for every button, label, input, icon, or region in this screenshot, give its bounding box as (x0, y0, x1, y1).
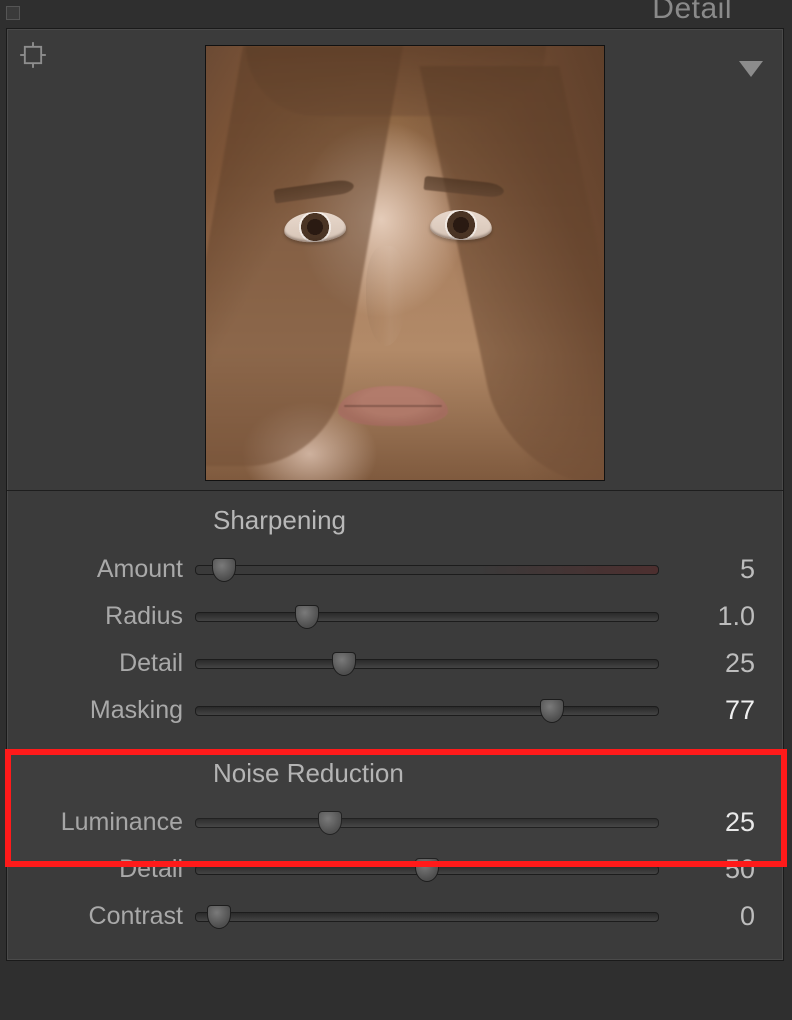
nr-contrast-slider[interactable] (195, 912, 659, 922)
nr-detail-slider[interactable] (195, 865, 659, 875)
nr-detail-row: Detail 50 (17, 846, 773, 893)
slider-thumb-icon[interactable] (332, 652, 356, 676)
nr-contrast-label: Contrast (17, 902, 195, 931)
sharpening-detail-value[interactable]: 25 (659, 648, 773, 679)
panel-enable-checkbox[interactable] (6, 6, 20, 20)
panel-header: Detail (0, 0, 792, 26)
detail-target-icon[interactable] (19, 41, 47, 69)
nr-detail-value[interactable]: 50 (659, 854, 773, 885)
sharpening-radius-slider[interactable] (195, 612, 659, 622)
sharpening-amount-slider[interactable] (195, 565, 659, 575)
sharpening-amount-row: Amount 5 (17, 546, 773, 593)
sharpening-amount-value[interactable]: 5 (659, 554, 773, 585)
nr-luminance-slider[interactable] (195, 818, 659, 828)
detail-preview-image[interactable] (205, 45, 605, 481)
sharpening-detail-row: Detail 25 (17, 640, 773, 687)
slider-thumb-icon[interactable] (415, 858, 439, 882)
sharpening-masking-value[interactable]: 77 (659, 695, 773, 726)
sharpening-title: Sharpening (213, 505, 773, 536)
sliders-section: Sharpening Amount 5 Radius 1.0 Detail 25… (7, 491, 783, 960)
nr-luminance-value[interactable]: 25 (659, 807, 773, 838)
slider-thumb-icon[interactable] (318, 811, 342, 835)
sharpening-masking-slider[interactable] (195, 706, 659, 716)
sharpening-masking-label: Masking (17, 696, 195, 725)
sharpening-detail-slider[interactable] (195, 659, 659, 669)
sharpening-masking-row: Masking 77 (17, 687, 773, 734)
sharpening-amount-label: Amount (17, 555, 195, 584)
slider-thumb-icon[interactable] (540, 699, 564, 723)
sharpening-radius-row: Radius 1.0 (17, 593, 773, 640)
noise-reduction-title: Noise Reduction (213, 758, 773, 789)
slider-thumb-icon[interactable] (295, 605, 319, 629)
slider-thumb-icon[interactable] (212, 558, 236, 582)
nr-luminance-row: Luminance 25 (17, 799, 773, 846)
sharpening-radius-value[interactable]: 1.0 (659, 601, 773, 632)
slider-thumb-icon[interactable] (207, 905, 231, 929)
nr-contrast-row: Contrast 0 (17, 893, 773, 940)
detail-panel: Sharpening Amount 5 Radius 1.0 Detail 25… (6, 28, 784, 961)
panel-title: Detail (652, 0, 732, 26)
collapse-preview-icon[interactable] (739, 61, 763, 77)
nr-contrast-value[interactable]: 0 (659, 901, 773, 932)
preview-section (7, 29, 783, 491)
nr-detail-label: Detail (17, 855, 195, 884)
sharpening-detail-label: Detail (17, 649, 195, 678)
sharpening-radius-label: Radius (17, 602, 195, 631)
nr-luminance-label: Luminance (17, 808, 195, 837)
